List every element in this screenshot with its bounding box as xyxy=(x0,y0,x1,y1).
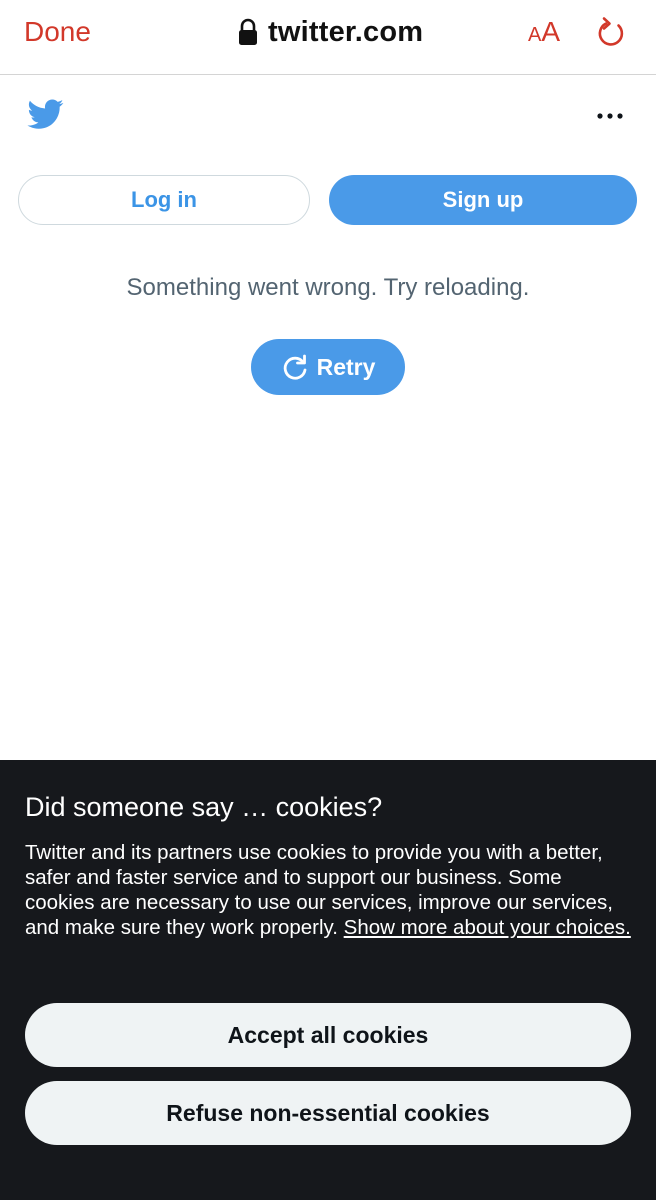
refresh-icon xyxy=(283,354,306,380)
done-button[interactable]: Done xyxy=(24,14,91,50)
retry-button[interactable]: Retry xyxy=(251,339,405,395)
lock-icon xyxy=(239,18,257,45)
reload-icon[interactable] xyxy=(594,16,626,50)
retry-label: Retry xyxy=(316,353,376,380)
more-horizontal-icon[interactable] xyxy=(596,112,624,120)
cookie-banner: Did someone say … cookies? Twitter and i… xyxy=(0,760,656,1200)
signup-button[interactable]: Sign up xyxy=(329,175,637,225)
text-size-small-glyph: A xyxy=(528,24,542,46)
address-bar[interactable]: twitter.com xyxy=(238,14,423,50)
refuse-cookies-button[interactable]: Refuse non-essential cookies xyxy=(25,1081,631,1145)
browser-toolbar: Done twitter.com AA xyxy=(0,0,656,75)
text-size-button[interactable]: AA xyxy=(528,16,560,53)
cookie-choices-link[interactable]: Show more about your choices. xyxy=(344,916,631,939)
page: Done twitter.com AA Log in Sign up Somet… xyxy=(0,0,656,1200)
twitter-bird-icon[interactable] xyxy=(26,96,66,132)
url-text: twitter.com xyxy=(268,15,424,48)
error-message: Something went wrong. Try reloading. xyxy=(126,274,530,301)
login-button[interactable]: Log in xyxy=(18,175,310,225)
text-size-large-glyph: A xyxy=(541,16,561,47)
cookie-title: Did someone say … cookies? xyxy=(25,792,383,822)
cookie-description: Twitter and its partners use cookies to … xyxy=(25,840,631,940)
accept-cookies-button[interactable]: Accept all cookies xyxy=(25,1003,631,1067)
